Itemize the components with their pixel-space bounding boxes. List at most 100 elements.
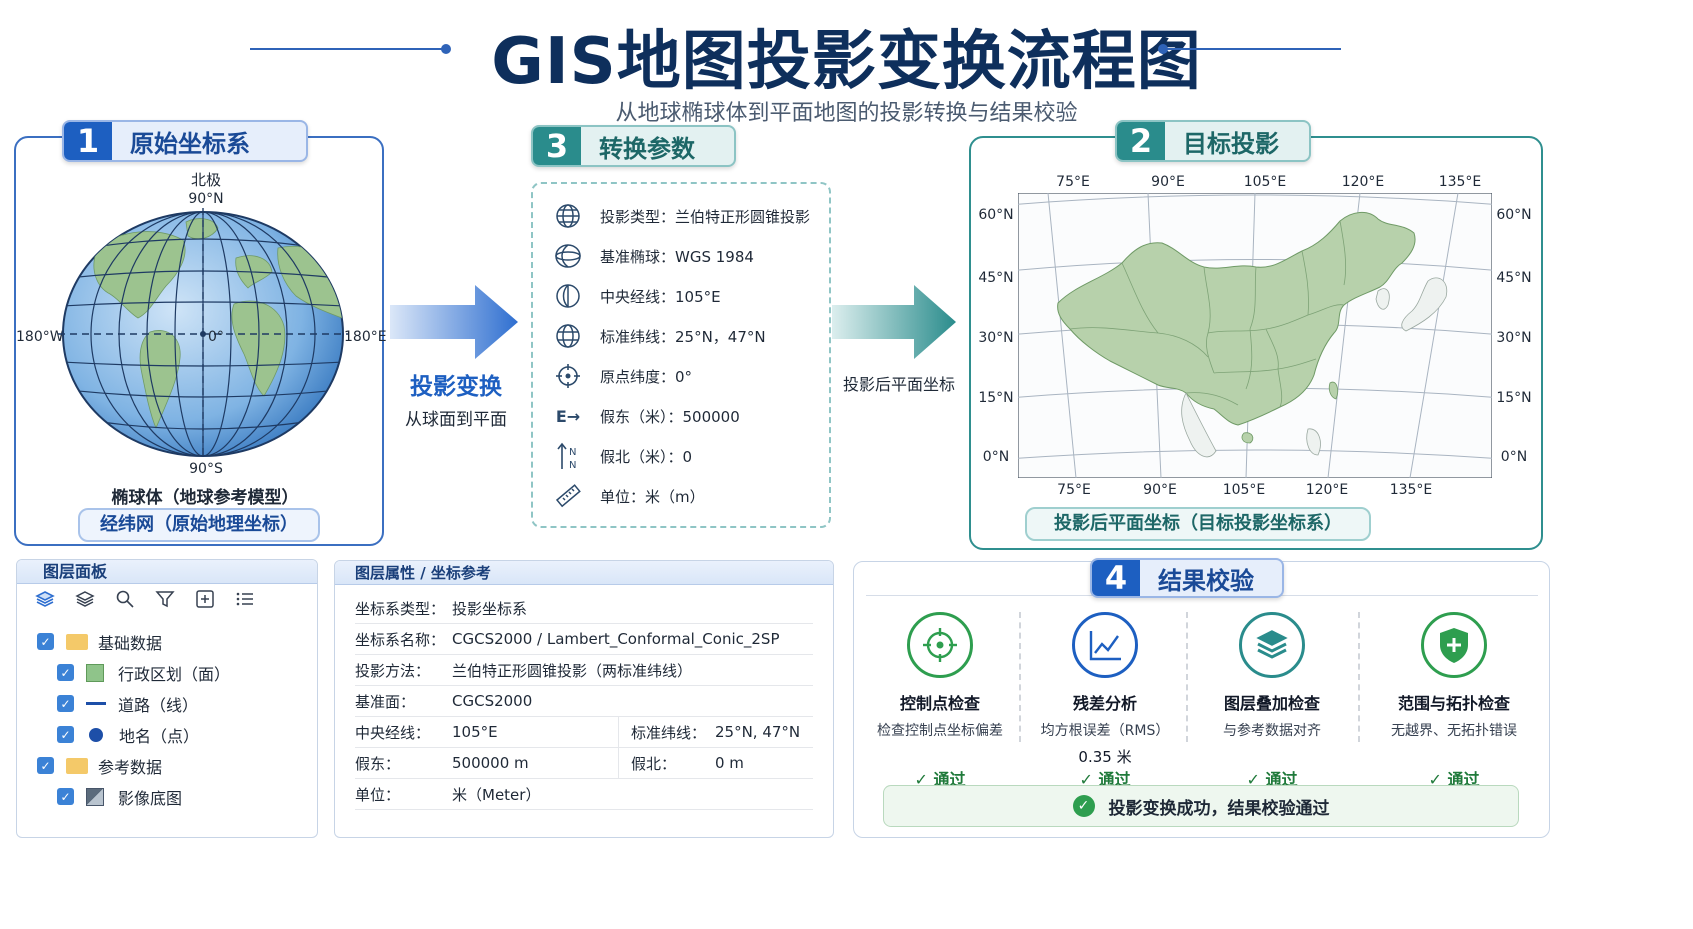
graticule-pill: 经纬网（原始地理坐标）: [78, 508, 320, 542]
params-list: 投影类型：兰伯特正形圆锥投影 基准椭球：WGS 1984 中央经线：105°E …: [548, 196, 828, 516]
meridian-icon: [548, 283, 588, 309]
planar-arrow-label: 投影后平面坐标: [842, 375, 955, 394]
prop-row-meridian-parallels: 中央经线： 105°E 标准纬线： 25°N, 47°N: [355, 716, 813, 748]
stack-icon[interactable]: [65, 589, 105, 618]
success-banner: ✓ 投影变换成功，结果校验通过: [883, 785, 1519, 827]
section3-badge: 3 转换参数: [531, 125, 736, 167]
section4-number: 4: [1092, 560, 1140, 596]
lat-90s-label: 90°S: [189, 461, 223, 477]
prop-row-crs-type: 坐标系类型： 投影坐标系: [355, 593, 813, 624]
prop-row-datum: 基准面： CGCS2000: [355, 686, 813, 717]
target-crs-pill: 投影后平面坐标（目标投影坐标系）: [1025, 507, 1371, 541]
check-separator: [1358, 612, 1360, 742]
map-lon-top-label: 105°E: [1243, 174, 1287, 190]
section4-badge: 4 结果校验: [1090, 558, 1284, 598]
param-projection-type: 投影类型：兰伯特正形圆锥投影: [548, 196, 828, 236]
param-standard-parallels: 标准纬线：25°N，47°N: [548, 316, 828, 356]
map-lon-bottom-label: 75°E: [1057, 482, 1091, 498]
section1-number: 1: [64, 122, 112, 160]
layer-panel-title: 图层面板: [17, 560, 317, 584]
folder-icon: [66, 633, 88, 650]
param-origin-latitude: 原点纬度：0°: [548, 356, 828, 396]
ruler-icon: [548, 483, 588, 509]
map-lat-left-label: 60°N: [978, 207, 1014, 223]
add-layer-icon[interactable]: [185, 589, 225, 618]
layer-toolbar: [17, 584, 317, 618]
layer-group-base[interactable]: ✓ 基础数据: [37, 626, 317, 657]
map-lon-top-label: 90°E: [1151, 174, 1185, 190]
title-line-right: [1166, 48, 1341, 50]
layers-icon[interactable]: [25, 589, 65, 618]
svg-text:N: N: [569, 447, 576, 458]
projection-arrow-title: 投影变换: [410, 374, 502, 400]
chart-icon: [1072, 612, 1138, 678]
section1-badge: 1 原始坐标系: [62, 120, 308, 162]
prop-row-method: 投影方法： 兰伯特正形圆锥投影（两标准纬线）: [355, 655, 813, 686]
section2-badge: 2 目标投影: [1115, 120, 1311, 162]
false-northing-icon: NN: [548, 441, 588, 471]
map-lon-top-label: 135°E: [1438, 174, 1482, 190]
checkbox-icon[interactable]: ✓: [37, 757, 54, 774]
section4-title: 结果校验: [1158, 566, 1254, 595]
globe-grid-icon: [548, 203, 588, 229]
section2-title: 目标投影: [1183, 129, 1279, 158]
layer-road-line[interactable]: ✓ 道路（线）: [37, 688, 317, 719]
checkbox-icon[interactable]: ✓: [57, 664, 74, 681]
north-pole-label: 北极: [190, 171, 221, 189]
planar-coordinates-arrow: [832, 285, 956, 359]
prop-row-false-easting-northing: 假东： 500000 m 假北： 0 m: [355, 747, 813, 779]
layer-admin-polygon[interactable]: ✓ 行政区划（面）: [37, 657, 317, 688]
prop-row-unit: 单位： 米（Meter）: [355, 779, 813, 810]
param-central-meridian: 中央经线：105°E: [548, 276, 828, 316]
properties-title: 图层属性 / 坐标参考: [335, 561, 833, 585]
origin-label: 0°: [208, 329, 224, 345]
prop-row-crs-name: 坐标系名称： CGCS2000 / Lambert_Conformal_Conic…: [355, 624, 813, 655]
layer-place-point[interactable]: ✓ 地名（点）: [37, 719, 317, 750]
polygon-swatch-icon: [86, 663, 104, 682]
check-separator: [1019, 612, 1021, 742]
search-icon[interactable]: [105, 589, 145, 618]
map-lat-left-label: 0°N: [982, 449, 1010, 465]
checkbox-icon[interactable]: ✓: [57, 695, 74, 712]
map-lon-bottom-label: 105°E: [1222, 482, 1266, 498]
checkbox-icon[interactable]: ✓: [37, 633, 54, 650]
crosshair-icon: [548, 363, 588, 389]
check-layer-overlay: 图层叠加检查 与参考数据对齐 ✓ 通过: [1196, 612, 1348, 790]
param-unit: 单位：米（m）: [548, 476, 828, 516]
map-lon-top-label: 75°E: [1056, 174, 1090, 190]
stack-icon: [1239, 612, 1305, 678]
title-dot-left: [441, 44, 451, 54]
checkbox-icon[interactable]: ✓: [57, 788, 74, 805]
map-lat-left-label: 45°N: [978, 270, 1014, 286]
parallels-icon: [548, 323, 588, 349]
layer-group-reference[interactable]: ✓ 参考数据: [37, 750, 317, 781]
list-icon[interactable]: [225, 589, 265, 618]
lat-90n-label: 90°N: [188, 191, 224, 207]
map-lon-bottom-label: 90°E: [1143, 482, 1177, 498]
section3-title: 转换参数: [599, 134, 695, 163]
projected-map: [1018, 193, 1492, 478]
check-separator: [1186, 612, 1188, 742]
checkbox-icon[interactable]: ✓: [57, 726, 74, 743]
page-title: GIS地图投影变换流程图: [491, 25, 1202, 99]
map-lat-right-label: 60°N: [1496, 207, 1532, 223]
folder-icon: [66, 757, 88, 774]
map-lon-bottom-label: 135°E: [1389, 482, 1433, 498]
layer-panel: 图层面板 ✓ 基础数据 ✓ 行政区划（面） ✓ 道路（线） ✓ 地名（点） ✓ …: [16, 559, 318, 838]
ellipsoid-caption: 椭球体（地球参考模型）: [111, 488, 299, 508]
check-control-points: 控制点检查 检查控制点坐标偏差 ✓ 通过: [865, 612, 1015, 790]
globe-graticule: [58, 208, 348, 460]
title-line-left: [250, 48, 445, 50]
map-lat-right-label: 45°N: [1496, 270, 1532, 286]
crosshair-icon: [907, 612, 973, 678]
layer-imagery[interactable]: ✓ 影像底图: [37, 781, 317, 812]
filter-icon[interactable]: [145, 589, 185, 618]
map-lat-left-label: 30°N: [978, 330, 1014, 346]
ellipsoid-icon: [548, 243, 588, 269]
check-extent-topology: 范围与拓扑检查 无越界、无拓扑错误 ✓ 通过: [1374, 612, 1534, 790]
map-lat-right-label: 0°N: [1500, 449, 1528, 465]
success-check-icon: ✓: [1072, 795, 1095, 817]
lon-180w-label: 180°W: [16, 329, 64, 345]
map-lon-bottom-label: 120°E: [1305, 482, 1349, 498]
raster-swatch-icon: [86, 787, 104, 806]
